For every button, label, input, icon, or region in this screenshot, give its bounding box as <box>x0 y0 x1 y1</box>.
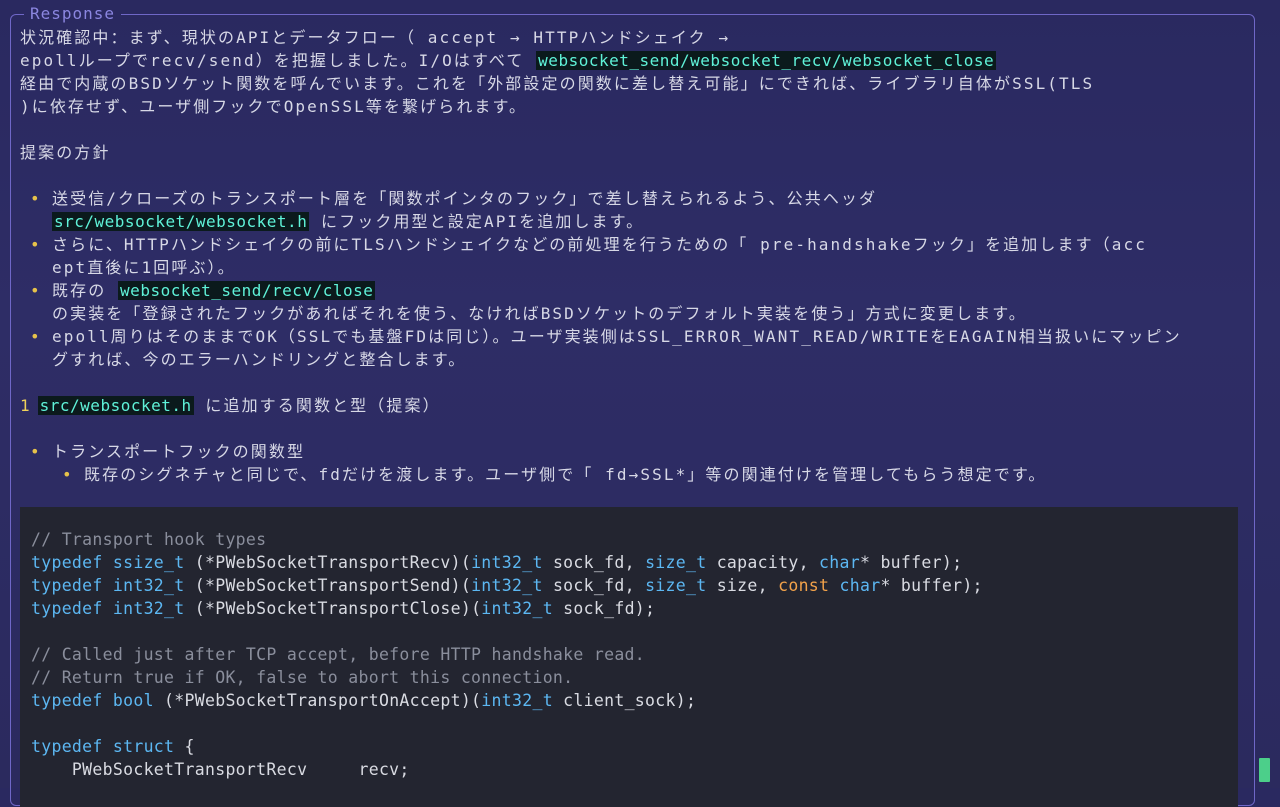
inline-code-header: src/websocket/websocket.h <box>52 212 310 231</box>
code-blank <box>20 620 1238 643</box>
code-token: ssize_t <box>112 553 185 572</box>
bullet-3-pre: 既存の <box>52 281 119 300</box>
section-heading: 提案の方針 <box>20 143 111 162</box>
code-token: char <box>839 576 881 595</box>
code-line: typedef bool (*PWebSocketTransportOnAcce… <box>20 689 1238 712</box>
code-token: capacity, <box>706 553 820 572</box>
code-token: int32_t <box>471 553 543 572</box>
code-token: typedef <box>31 737 103 756</box>
intro-line-4: )に依存せず、ユーザ側フックでOpenSSL等を繋げられます。 <box>20 97 528 116</box>
code-comment: // Called just after TCP accept, before … <box>31 645 646 664</box>
bullet-icon: • <box>30 327 42 346</box>
code-token: int32_t <box>471 576 543 595</box>
bullet-4-line-2: グすれば、今のエラーハンドリングと整合します。 <box>52 350 467 369</box>
code-token: { <box>174 737 195 756</box>
bullet-3-line-1: 既存の websocket_send/recv/close <box>52 279 1240 302</box>
code-token: typedef <box>31 599 103 618</box>
list-item: • epoll周りはそのままでOK（SSLでも基盤FDは同じ）。ユーザ実装側はS… <box>20 325 1240 371</box>
code-token: int32_t <box>481 599 553 618</box>
types-sub-bullet: 既存のシグネチャと同じで、fdだけを渡します。ユーザ側で「 fd→SSL*」等の… <box>84 465 1047 484</box>
code-blank <box>20 712 1238 735</box>
code-line: typedef ssize_t (*PWebSocketTransportRec… <box>20 551 1238 574</box>
list-item: • さらに、HTTPハンドシェイクの前にTLSハンドシェイクなどの前処理を行うた… <box>20 233 1240 279</box>
code-token: int32_t <box>112 599 185 618</box>
numbered-heading: 1 src/websocket.h に追加する関数と型（提案） <box>20 394 1240 417</box>
list-item: • 送受信/クローズのトランスポート層を「関数ポインタのフック」で差し替えられる… <box>20 187 1240 233</box>
bullet-4-line-1: epoll周りはそのままでOK（SSLでも基盤FDは同じ）。ユーザ実装側はSSL… <box>52 327 1182 346</box>
bullet-icon: • <box>30 235 42 254</box>
bullet-icon: • <box>30 281 42 300</box>
section-number: 1 <box>20 396 30 415</box>
bullet-1-line-2: src/websocket/websocket.h にフック用型と設定APIを追… <box>52 210 1240 233</box>
code-token: int32_t <box>112 576 185 595</box>
code-token: sock_fd, <box>542 576 646 595</box>
inline-code-file: src/websocket.h <box>37 396 194 415</box>
bullet-1-tail: にフック用型と設定APIを追加します。 <box>309 212 645 231</box>
code-token: struct <box>112 737 175 756</box>
bullet-2-line-1: さらに、HTTPハンドシェイクの前にTLSハンドシェイクなどの前処理を行うための… <box>52 235 1147 254</box>
intro-line-3: 経由で内蔵のBSDソケット関数を呼んでいます。これを「外部設定の関数に差し替え可… <box>20 74 1095 93</box>
code-token: const <box>778 576 830 595</box>
types-bullet: トランスポートフックの関数型 <box>52 442 306 461</box>
code-token: size_t <box>645 553 707 572</box>
numbered-heading-text: に追加する関数と型（提案） <box>193 396 441 415</box>
panel-title: Response <box>24 4 122 23</box>
code-token: size, <box>706 576 779 595</box>
inline-code-functions: websocket_send/recv/close <box>118 281 376 300</box>
code-token: sock_fd); <box>552 599 656 618</box>
intro-line-1: 状況確認中：まず、現状のAPIとデータフロー（ accept → HTTPハンド… <box>20 28 731 47</box>
code-line: typedef int32_t (*PWebSocketTransportSen… <box>20 574 1238 597</box>
code-token: sock_fd, <box>542 553 646 572</box>
code-token: client_sock); <box>552 691 697 710</box>
response-content: 状況確認中：まず、現状のAPIとデータフロー（ accept → HTTPハンド… <box>20 26 1240 486</box>
intro-line-2: epollループでrecv/send）を把握しました。I/Oはすべて webso… <box>20 49 1240 72</box>
code-token: * buffer); <box>859 553 963 572</box>
list-item: • 既存のシグネチャと同じで、fdだけを渡します。ユーザ側で「 fd→SSL*」… <box>20 463 1240 486</box>
bullet-icon: • <box>30 189 42 208</box>
code-line: PWebSocketTransportRecv recv; <box>31 760 410 779</box>
list-item: • 既存の websocket_send/recv/close の実装を「登録さ… <box>20 279 1240 325</box>
code-token: size_t <box>645 576 707 595</box>
code-comment: // Transport hook types <box>31 530 267 549</box>
code-token: bool <box>112 691 154 710</box>
code-line: typedef struct { <box>20 735 1238 758</box>
code-token: (*PWebSocketTransportSend)( <box>184 576 472 595</box>
code-token: (*PWebSocketTransportOnAccept)( <box>153 691 482 710</box>
bullet-3-line-2: の実装を「登録されたフックがあればそれを使う、なければBSDソケットのデフォルト… <box>52 304 1027 323</box>
bullet-icon: • <box>30 442 42 461</box>
code-line: typedef int32_t (*PWebSocketTransportClo… <box>20 597 1238 620</box>
bullet-1-line-1: 送受信/クローズのトランスポート層を「関数ポインタのフック」で差し替えられるよう… <box>52 189 878 208</box>
list-item: • トランスポートフックの関数型 <box>20 440 1240 463</box>
code-block: // Transport hook types typedef ssize_t … <box>20 507 1238 807</box>
code-token: typedef <box>31 553 103 572</box>
code-comment: // Return true if OK, false to abort thi… <box>31 668 574 687</box>
code-token: int32_t <box>481 691 553 710</box>
intro-line-2-text: epollループでrecv/send）を把握しました。I/Oはすべて <box>20 51 537 70</box>
code-token: (*PWebSocketTransportRecv)( <box>184 553 472 572</box>
bullet-2-line-2: ept直後に1回呼ぶ）。 <box>52 258 236 277</box>
inline-code-io-functions: websocket_send/websocket_recv/websocket_… <box>536 51 997 70</box>
sub-bullet-icon: • <box>62 465 74 484</box>
code-token: typedef <box>31 576 103 595</box>
code-token: * buffer); <box>880 576 983 595</box>
code-token: typedef <box>31 691 103 710</box>
scrollbar-thumb[interactable] <box>1259 758 1270 782</box>
code-token: (*PWebSocketTransportClose)( <box>184 599 482 618</box>
code-token: char <box>819 553 860 572</box>
